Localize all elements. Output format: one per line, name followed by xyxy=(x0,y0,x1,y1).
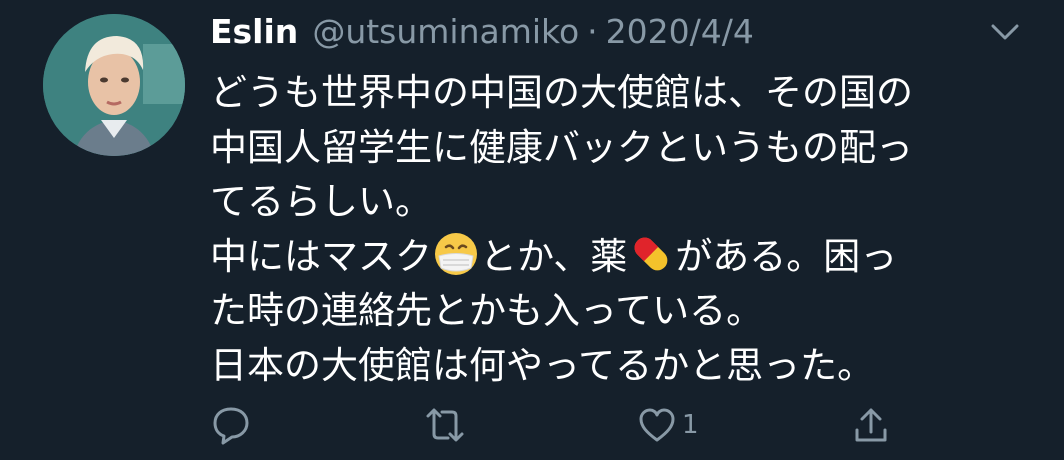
tweet-actions-bar: 1 xyxy=(210,400,910,450)
author-handle[interactable]: @utsuminamiko xyxy=(312,12,579,51)
more-options-chevron-icon[interactable] xyxy=(990,22,1020,42)
pill-emoji-icon xyxy=(628,231,674,277)
header-separator: · xyxy=(587,12,598,51)
avatar-image xyxy=(43,14,185,156)
like-count: 1 xyxy=(682,410,699,440)
reply-button[interactable] xyxy=(210,400,252,450)
speech-bubble-icon xyxy=(213,407,249,445)
medical-mask-face-emoji-icon xyxy=(433,231,479,277)
tweet-text-segment: 中にはマスク xyxy=(210,234,432,278)
tweet-text: どうも世界中の中国の大使館は、その国の 中国人留学生に健康バックというもの配っ … xyxy=(210,66,1040,393)
tweet-text-line: 中国人留学生に健康バックというもの配っ xyxy=(210,125,913,169)
share-button[interactable] xyxy=(850,400,892,450)
avatar[interactable] xyxy=(43,14,185,156)
author-name[interactable]: Eslin xyxy=(210,12,298,51)
heart-outline-icon xyxy=(639,408,675,442)
like-button[interactable]: 1 xyxy=(636,400,699,450)
retweet-arrows-icon xyxy=(426,408,464,442)
tweet-text-line: 中にはマスク とか、薬 がある。困っ xyxy=(210,230,1040,285)
retweet-button[interactable] xyxy=(422,400,468,450)
share-upload-icon xyxy=(855,408,887,442)
tweet-text-line: 日本の大使館は何やってるかと思った。 xyxy=(210,343,875,387)
tweet-text-line: どうも世界中の中国の大使館は、その国の xyxy=(210,71,913,114)
tweet-text-segment: とか、薬 xyxy=(480,234,628,278)
tweet-text-segment: がある。困っ xyxy=(675,234,898,278)
tweet-text-line: た時の連絡先とかも入っている。 xyxy=(210,289,764,332)
tweet-header: Eslin @utsuminamiko · 2020/4/4 xyxy=(210,12,754,60)
tweet-text-line: てるらしい。 xyxy=(210,180,432,223)
tweet-date[interactable]: 2020/4/4 xyxy=(606,12,754,51)
